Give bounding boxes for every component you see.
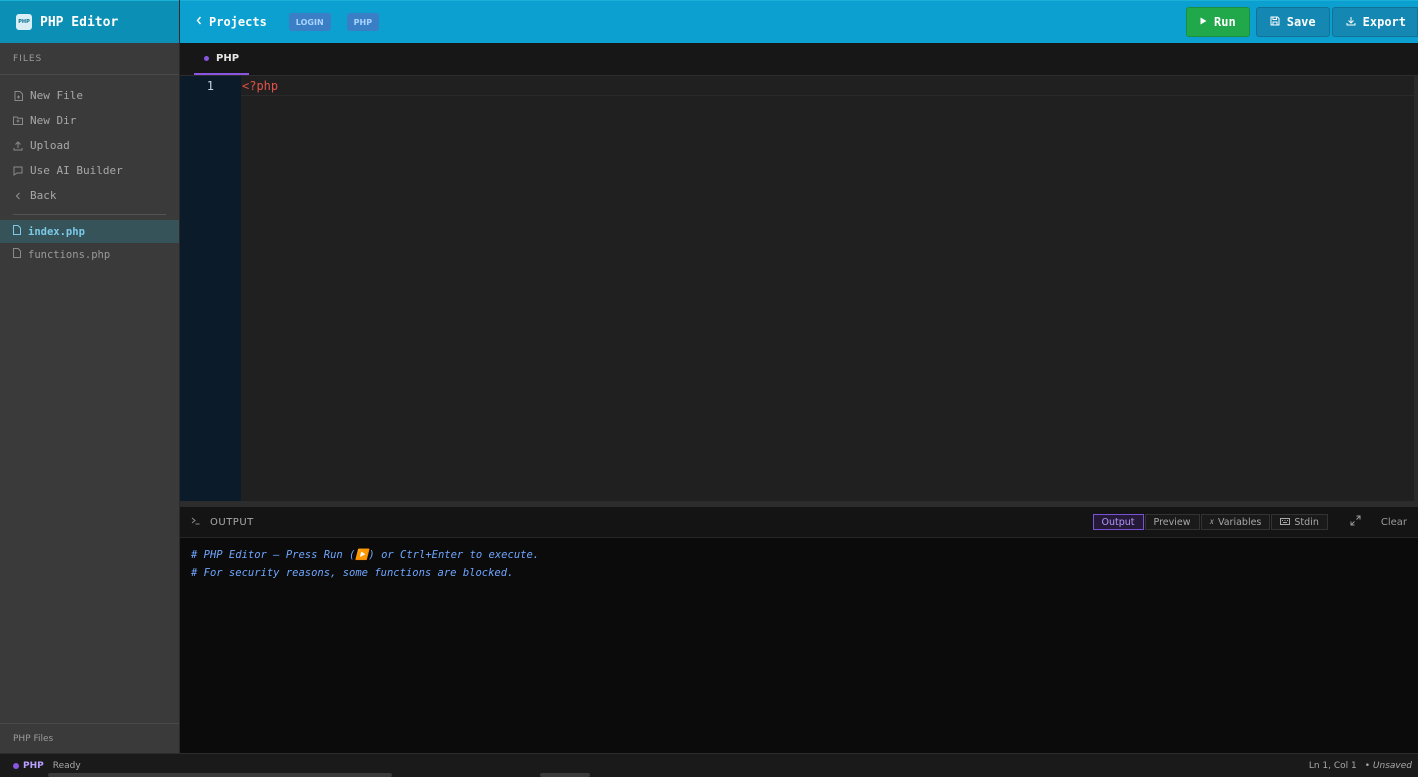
app-title: PHP Editor: [40, 14, 119, 30]
top-actions: Run Save Export: [1180, 1, 1418, 43]
tab-preview[interactable]: Preview: [1144, 514, 1200, 530]
code-line[interactable]: <?php: [242, 79, 278, 93]
play-icon: [1200, 17, 1207, 28]
expand-icon[interactable]: [1350, 515, 1361, 529]
cursor-position: Ln 1, Col 1: [1308, 760, 1357, 771]
save-button[interactable]: Save: [1255, 7, 1330, 37]
status-language-label: PHP: [23, 760, 44, 771]
file-icon: [13, 225, 21, 238]
file-icon: [13, 248, 21, 261]
new-dir-label: New Dir: [30, 114, 77, 127]
top-bar: Projects LOGIN PHP Run Save Export: [180, 0, 1418, 43]
sidebar: PHP PHP Editor FILES New File New Dir Up…: [0, 0, 180, 753]
chat-icon: [13, 166, 23, 176]
export-button[interactable]: Export: [1331, 7, 1418, 37]
files-section-title: FILES: [0, 43, 179, 75]
file-name: functions.php: [28, 248, 111, 261]
tab-php[interactable]: PHP: [194, 43, 250, 75]
variables-icon: 𝑥: [1209, 517, 1214, 526]
chevron-left-icon: [13, 191, 23, 201]
tab-output[interactable]: Output: [1092, 514, 1144, 530]
output-header: OUTPUT Output Preview 𝑥 Variables Stdin …: [180, 507, 1418, 538]
tab-variables[interactable]: 𝑥 Variables: [1200, 514, 1271, 530]
php-logo-icon: PHP: [16, 14, 32, 30]
export-label: Export: [1362, 15, 1406, 29]
output-line: # PHP Editor — Press Run (▶️) or Ctrl+En…: [191, 549, 540, 561]
tab-stdin-label: Stdin: [1294, 516, 1319, 528]
upload-icon: [13, 140, 23, 151]
save-label: Save: [1286, 15, 1316, 29]
sidebar-footer: PHP Files: [0, 723, 179, 753]
output-title-label: OUTPUT: [210, 516, 254, 528]
clear-button[interactable]: Clear: [1381, 517, 1407, 528]
output-line: # For security reasons, some functions a…: [191, 567, 514, 579]
tab-label: PHP: [216, 52, 240, 64]
upload-label: Upload: [30, 139, 70, 152]
run-button[interactable]: Run: [1186, 7, 1250, 37]
status-state: Ready: [52, 760, 81, 771]
code-editor[interactable]: 1 <?php: [180, 76, 1418, 501]
line-number: 1: [206, 79, 214, 93]
chevron-left-icon: [196, 16, 202, 28]
projects-breadcrumb[interactable]: Projects: [196, 15, 267, 29]
output-title: OUTPUT: [191, 517, 254, 528]
keyboard-icon: [1280, 517, 1291, 527]
save-icon: [1270, 16, 1280, 29]
brand: PHP PHP Editor: [0, 0, 179, 43]
horizontal-scrollbar-thumb[interactable]: [540, 773, 590, 777]
download-icon: [1346, 16, 1356, 29]
ai-builder-label: Use AI Builder: [30, 164, 123, 177]
file-item-functions[interactable]: functions.php: [0, 243, 179, 266]
file-name: index.php: [28, 225, 85, 238]
active-line-highlight: [241, 76, 1414, 96]
run-label: Run: [1214, 15, 1236, 29]
new-folder-icon: [13, 116, 23, 126]
language-dot-icon: [204, 55, 209, 61]
horizontal-scrollbar[interactable]: [48, 773, 392, 777]
tab-preview-label: Preview: [1153, 516, 1191, 528]
save-state: • Unsaved: [1364, 760, 1412, 771]
back-label: Back: [30, 189, 57, 202]
language-dot-icon: [13, 762, 19, 769]
breadcrumb-label: Projects: [209, 15, 267, 29]
line-number-gutter: 1: [180, 76, 241, 501]
sidebar-divider: [13, 214, 166, 215]
new-file-label: New File: [30, 89, 83, 102]
tab-output-label: Output: [1101, 516, 1135, 528]
upload-button[interactable]: Upload: [0, 133, 179, 158]
status-language: PHP: [13, 761, 44, 771]
back-button[interactable]: Back: [0, 183, 179, 208]
file-item-index[interactable]: index.php: [0, 220, 179, 243]
output-console: # PHP Editor — Press Run (▶️) or Ctrl+En…: [180, 538, 1418, 753]
terminal-icon: [191, 517, 200, 528]
sidebar-actions: New File New Dir Upload Use AI Builder B…: [0, 75, 179, 208]
output-tabs: Output Preview 𝑥 Variables Stdin: [1092, 514, 1328, 530]
new-file-icon: [13, 90, 23, 101]
tab-stdin[interactable]: Stdin: [1271, 514, 1328, 530]
language-tag: PHP: [346, 13, 380, 31]
new-dir-button[interactable]: New Dir: [0, 108, 179, 133]
editor-tab-bar: PHP: [180, 43, 1418, 76]
ai-builder-button[interactable]: Use AI Builder: [0, 158, 179, 183]
tab-variables-label: Variables: [1217, 516, 1262, 528]
project-tag: LOGIN: [288, 13, 331, 31]
new-file-button[interactable]: New File: [0, 83, 179, 108]
